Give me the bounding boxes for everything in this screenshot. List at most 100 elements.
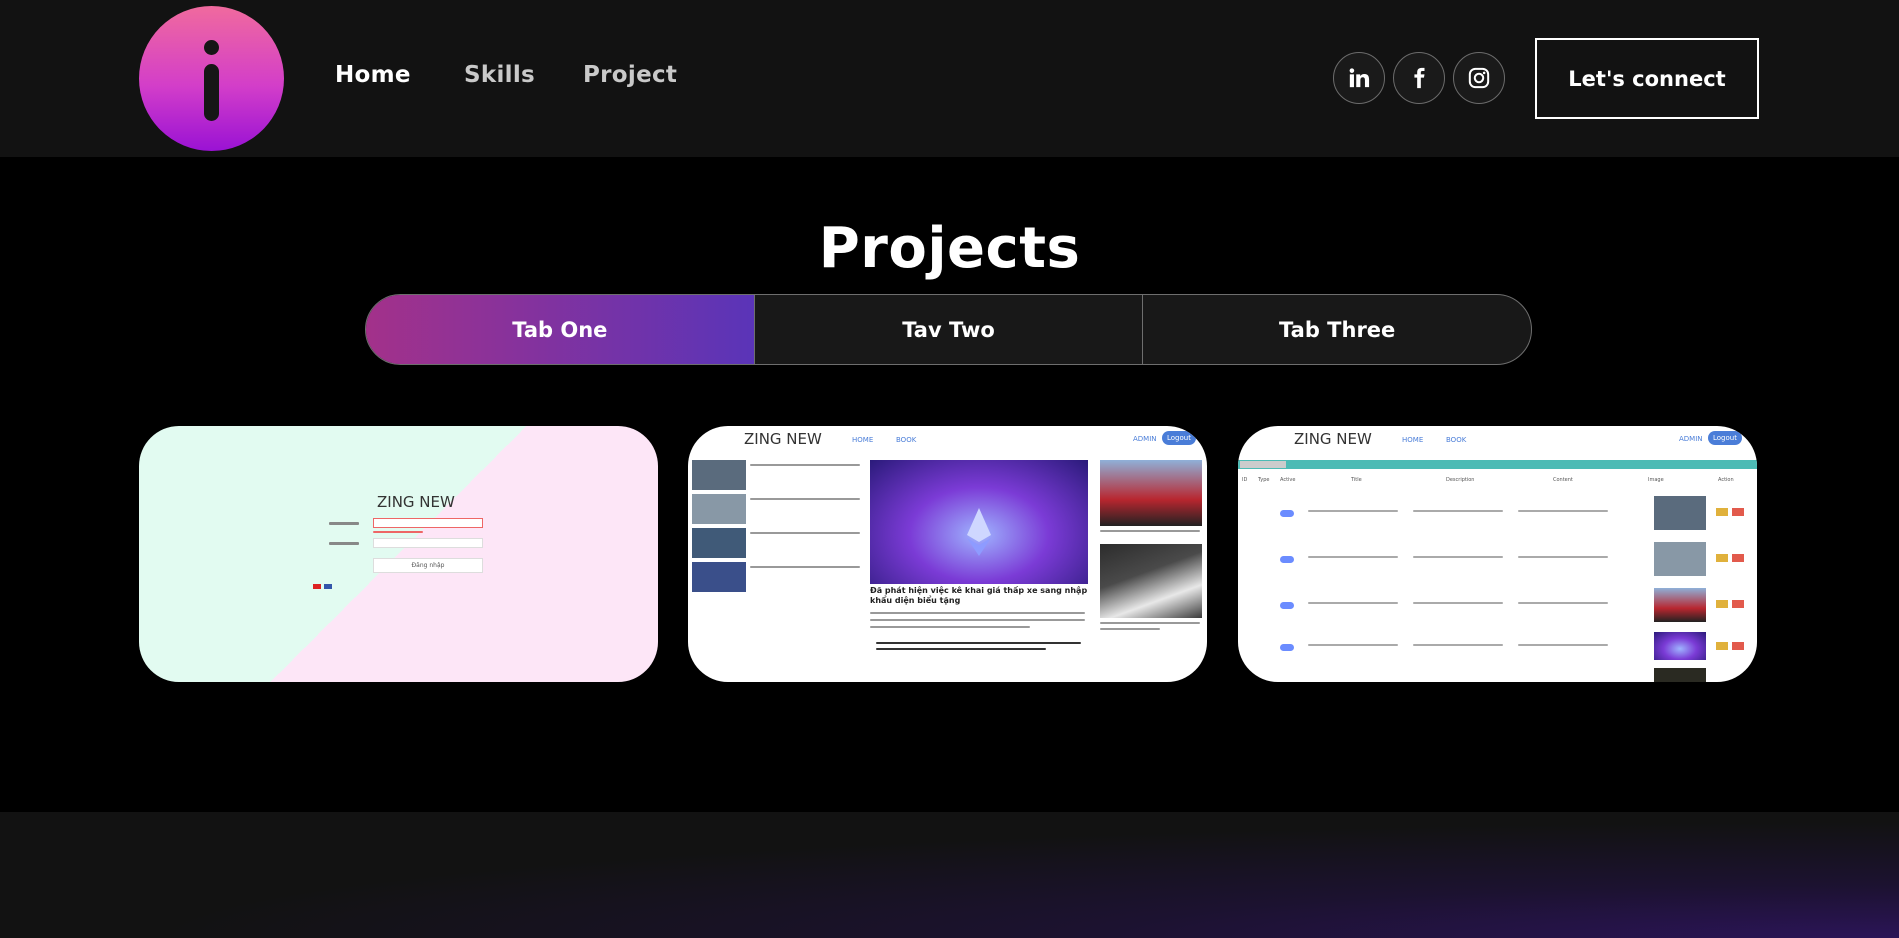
edit-icon[interactable]	[1716, 508, 1728, 516]
text-line	[1308, 556, 1398, 558]
text-line	[1413, 644, 1503, 646]
text-line	[1100, 622, 1200, 624]
card-nav-book[interactable]: BOOK	[896, 436, 916, 444]
row-image	[1654, 496, 1706, 530]
project-card-admin[interactable]: ZING NEW HOME BOOK ADMIN Logout ID Type …	[1238, 426, 1757, 682]
text-line	[1308, 510, 1398, 512]
nav-link-skills[interactable]: Skills	[464, 62, 535, 88]
col-type: Type	[1258, 477, 1270, 483]
bus-image	[1100, 460, 1202, 526]
card-nav-home[interactable]: HOME	[852, 436, 873, 444]
error-line	[373, 531, 423, 533]
instagram-icon	[1468, 67, 1490, 89]
text-line	[1308, 602, 1398, 604]
row-image	[1654, 588, 1706, 622]
facebook-button[interactable]	[1393, 52, 1445, 104]
text-line	[1413, 556, 1503, 558]
edit-icon[interactable]	[1716, 642, 1728, 650]
card-admin[interactable]: ADMIN	[1133, 435, 1157, 443]
row-image	[1654, 542, 1706, 576]
text-line	[1518, 644, 1608, 646]
text-line	[1308, 644, 1398, 646]
featured-image	[870, 460, 1088, 584]
news-thumb	[692, 494, 746, 524]
project-card-login[interactable]: ZING NEW Đăng nhập	[139, 426, 658, 682]
text-line	[870, 619, 1085, 621]
delete-icon[interactable]	[1732, 600, 1744, 608]
col-active: Active	[1280, 477, 1296, 483]
flag-icon[interactable]	[324, 584, 332, 589]
news-thumb	[692, 528, 746, 558]
card-nav-home[interactable]: HOME	[1402, 436, 1423, 444]
username-field[interactable]	[373, 518, 483, 528]
card-logout-button[interactable]: Logout	[1708, 431, 1742, 445]
linkedin-button[interactable]	[1333, 52, 1385, 104]
col-image: Image	[1648, 477, 1664, 483]
active-toggle[interactable]	[1280, 602, 1294, 609]
logo-i-icon	[204, 40, 219, 55]
card-brand: ZING NEW	[1294, 430, 1372, 448]
card-logout-button[interactable]: Logout	[1162, 431, 1196, 445]
linkedin-icon	[1349, 68, 1370, 88]
projects-title: Projects	[818, 216, 1081, 281]
text-line	[750, 566, 860, 568]
facebook-icon	[1414, 67, 1425, 89]
label-line	[329, 522, 359, 525]
footer-band	[0, 812, 1899, 938]
text-line	[750, 498, 860, 500]
text-line	[876, 642, 1081, 644]
col-content: Content	[1553, 477, 1573, 483]
text-line	[750, 532, 860, 534]
nav-link-project[interactable]: Project	[583, 62, 677, 88]
text-line	[870, 626, 1030, 628]
news-thumb	[692, 460, 746, 490]
project-tabs: Tab One Tav Two Tab Three	[365, 294, 1532, 365]
col-id: ID	[1242, 477, 1248, 483]
tab-three[interactable]: Tab Three	[1142, 295, 1531, 364]
col-action: Action	[1718, 477, 1734, 483]
row-image	[1654, 668, 1706, 682]
lets-connect-button[interactable]: Let's connect	[1535, 38, 1759, 119]
card-brand: ZING NEW	[744, 430, 822, 448]
edit-icon[interactable]	[1716, 554, 1728, 562]
tab-one[interactable]: Tab One	[366, 295, 754, 364]
table-toolbar	[1238, 460, 1757, 469]
text-line	[1413, 510, 1503, 512]
text-line	[750, 464, 860, 466]
active-toggle[interactable]	[1280, 510, 1294, 517]
col-title: Title	[1351, 477, 1362, 483]
tab-two[interactable]: Tav Two	[753, 295, 1143, 364]
text-line	[1100, 628, 1160, 630]
label-line-2	[329, 542, 359, 545]
news-thumb	[692, 562, 746, 592]
nav-link-home[interactable]: Home	[335, 62, 411, 88]
active-toggle[interactable]	[1280, 644, 1294, 651]
active-toggle[interactable]	[1280, 556, 1294, 563]
text-line	[876, 648, 1046, 650]
create-button[interactable]	[1240, 461, 1286, 468]
row-image	[1654, 632, 1706, 660]
card-brand: ZING NEW	[377, 493, 455, 511]
text-line	[1518, 556, 1608, 558]
ethereum-icon	[967, 508, 991, 556]
logo-i-icon-stem	[204, 64, 219, 121]
instagram-button[interactable]	[1453, 52, 1505, 104]
featured-headline: Đã phát hiện việc kê khai giá thấp xe sa…	[870, 586, 1088, 605]
text-line	[1518, 602, 1608, 604]
flag-icon[interactable]	[313, 584, 321, 589]
text-line	[870, 612, 1085, 614]
text-line	[1518, 510, 1608, 512]
delete-icon[interactable]	[1732, 508, 1744, 516]
card-nav-book[interactable]: BOOK	[1446, 436, 1466, 444]
card-admin[interactable]: ADMIN	[1679, 435, 1703, 443]
password-field[interactable]	[373, 538, 483, 548]
car-image	[1100, 544, 1202, 618]
delete-icon[interactable]	[1732, 554, 1744, 562]
text-line	[1413, 602, 1503, 604]
text-line	[1100, 530, 1200, 532]
delete-icon[interactable]	[1732, 642, 1744, 650]
project-card-news[interactable]: ZING NEW HOME BOOK ADMIN Logout Đã phát …	[688, 426, 1207, 682]
edit-icon[interactable]	[1716, 600, 1728, 608]
login-button[interactable]: Đăng nhập	[373, 558, 483, 573]
col-description: Description	[1446, 477, 1475, 483]
